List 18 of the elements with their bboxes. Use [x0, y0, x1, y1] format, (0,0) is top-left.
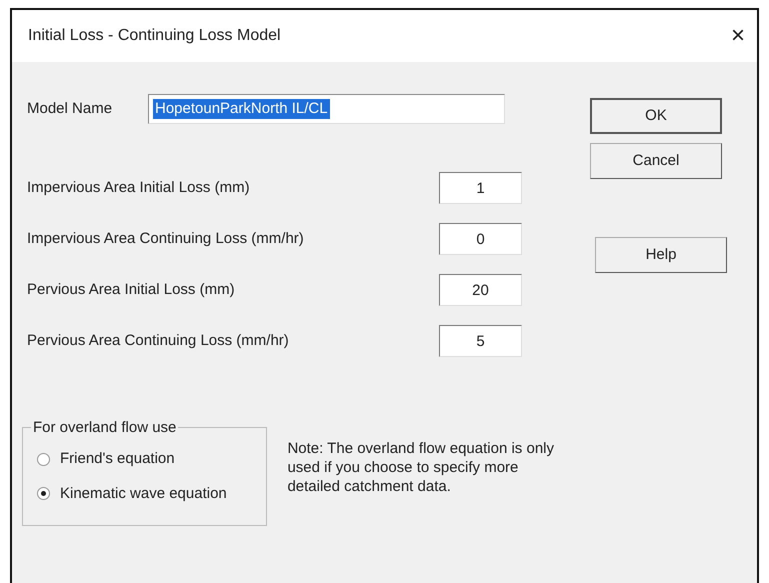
number-field[interactable]: 5 — [439, 325, 522, 357]
help-button[interactable]: Help — [595, 237, 727, 273]
number-field[interactable]: 0 — [439, 223, 522, 255]
number-field[interactable]: 1 — [439, 172, 522, 204]
window-title: Initial Loss - Continuing Loss Model — [28, 26, 281, 46]
field-label: Pervious Area Initial Loss (mm) — [27, 280, 236, 300]
ok-button[interactable]: OK — [590, 98, 722, 134]
model-name-field[interactable]: HopetounParkNorth IL/CL — [148, 94, 505, 124]
cancel-button[interactable]: Cancel — [590, 143, 722, 179]
radio-option[interactable]: Friend's equation — [37, 448, 175, 470]
radio-option[interactable]: Kinematic wave equation — [37, 482, 227, 505]
field-label: Pervious Area Continuing Loss (mm/hr) — [27, 330, 290, 351]
close-button[interactable]: × — [726, 24, 749, 48]
number-field[interactable]: 20 — [439, 274, 522, 306]
field-label: Impervious Area Continuing Loss (mm/hr) — [27, 228, 305, 249]
field-label: Model Name — [27, 98, 114, 119]
note-text: Note: The overland flow equation is only used if you choose to specify more detailed catchment data. — [287, 439, 555, 496]
field-label: Impervious Area Initial Loss (mm) — [27, 178, 251, 198]
